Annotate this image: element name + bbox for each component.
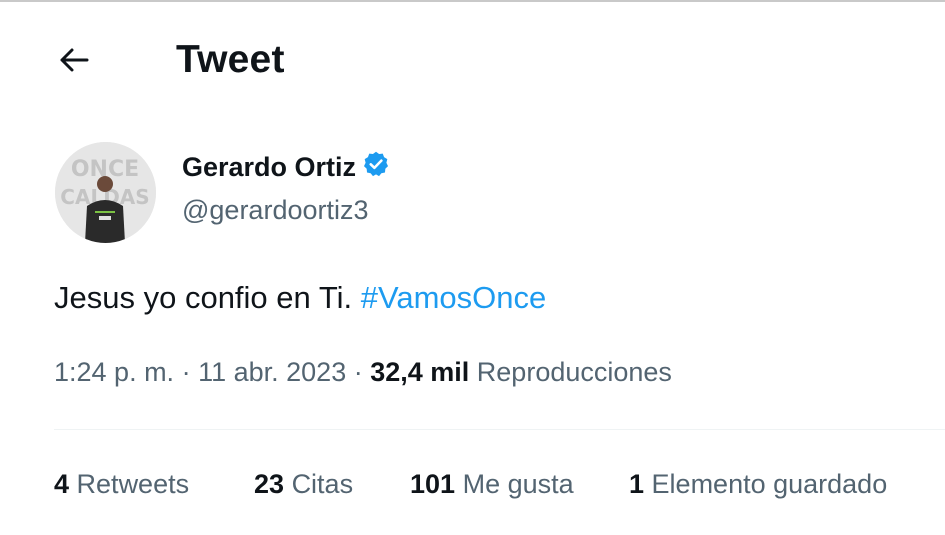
quotes-count: 23 [254, 469, 285, 499]
author-handle[interactable]: @gerardoortiz3 [182, 195, 369, 226]
bookmarks-stat[interactable]: 1 Elemento guardado [629, 469, 887, 500]
avatar[interactable]: ONCE CALDAS [55, 142, 156, 243]
bookmarks-label: Elemento guardado [651, 469, 888, 499]
page-title: Tweet [176, 38, 285, 81]
tweet-body: Jesus yo confio en Ti. [54, 280, 361, 315]
divider [54, 429, 945, 430]
retweets-count: 4 [54, 469, 70, 499]
tweet-time[interactable]: 1:24 p. m. [54, 357, 174, 387]
views-label: Reproducciones [476, 357, 672, 387]
author-name-row[interactable]: Gerardo Ortiz [182, 150, 390, 185]
likes-count: 101 [410, 469, 456, 499]
retweets-stat[interactable]: 4 Retweets [54, 469, 189, 500]
hashtag-link[interactable]: #VamosOnce [361, 280, 547, 315]
meta-separator: · [174, 357, 199, 387]
verified-badge-icon[interactable] [362, 150, 390, 185]
retweets-label: Retweets [76, 469, 190, 499]
quotes-stat[interactable]: 23 Citas [254, 469, 353, 500]
tweet-meta: 1:24 p. m. · 11 abr. 2023 · 32,4 mil Rep… [54, 357, 672, 388]
back-button[interactable] [50, 40, 98, 84]
page-header: Tweet [0, 2, 945, 112]
likes-label: Me gusta [462, 469, 574, 499]
arrow-left-icon [58, 47, 90, 78]
views-count: 32,4 mil [370, 357, 470, 387]
quotes-label: Citas [291, 469, 354, 499]
bookmarks-count: 1 [629, 469, 645, 499]
tweet-date[interactable]: 11 abr. 2023 [198, 357, 346, 387]
author-name[interactable]: Gerardo Ortiz [182, 152, 356, 183]
meta-separator: · [346, 357, 371, 387]
tweet-page: Tweet ONCE CALDAS Gerardo Ortiz @gerardo… [0, 0, 945, 535]
tweet-text: Jesus yo confio en Ti. #VamosOnce [54, 280, 546, 316]
likes-stat[interactable]: 101 Me gusta [410, 469, 574, 500]
